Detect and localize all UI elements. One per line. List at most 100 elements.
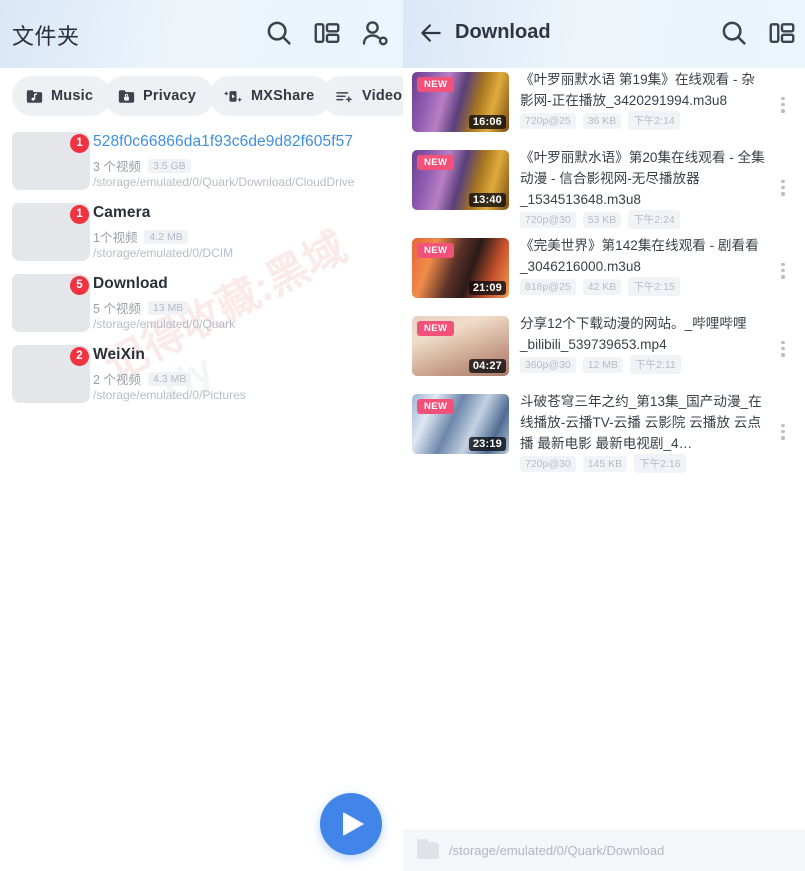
search-icon[interactable] xyxy=(719,18,749,48)
video-more-menu-icon[interactable] xyxy=(775,180,791,196)
grid-view-icon[interactable] xyxy=(312,18,342,48)
play-button[interactable] xyxy=(320,793,382,855)
play-icon xyxy=(343,812,364,836)
video-more-menu-icon[interactable] xyxy=(775,341,791,357)
video-list-item[interactable]: NEW 21:09 《完美世界》第142集在线观看 - 剧看看_3046216000… xyxy=(403,232,805,310)
video-time: 下午2:24 xyxy=(628,210,680,229)
folder-video-count: 3 个视频 xyxy=(93,160,141,174)
folder-meta: 2 个视频 4.3 MB xyxy=(93,369,192,388)
search-icon[interactable] xyxy=(264,18,294,48)
video-meta: 818p@25 42 KB 下午2:15 xyxy=(520,277,680,296)
right-header: Download xyxy=(403,0,805,68)
video-list-item[interactable]: NEW 16:06 《叶罗丽默水语 第19集》在线观看 - 杂影网-正在播放_342… xyxy=(403,66,805,144)
folder-meta: 5 个视频 13 MB xyxy=(93,298,189,317)
video-list-item[interactable]: NEW 04:27 分享12个下载动漫的网站。_哔哩哔哩_bilibili_5397… xyxy=(403,310,805,388)
video-thumbnail[interactable]: NEW 21:09 xyxy=(412,238,509,298)
video-time: 下午2:14 xyxy=(628,111,680,130)
folder-name: Download xyxy=(93,275,168,292)
video-time: 下午2:11 xyxy=(630,355,681,374)
video-size: 36 KB xyxy=(582,112,622,129)
grid-view-icon[interactable] xyxy=(767,18,797,48)
folder-meta: 3 个视频 3.5 GB xyxy=(93,156,191,175)
filter-chip-row: Music Privacy MXShare Video xyxy=(0,76,403,116)
video-resolution: 360p@30 xyxy=(520,356,576,373)
video-meta: 720p@30 145 KB 下午2:16 xyxy=(520,454,686,473)
current-path-bar: /storage/emulated/0/Quark/Download xyxy=(403,829,805,871)
folder-meta: 1个视频 4.2 MB xyxy=(93,227,188,246)
new-badge: NEW xyxy=(417,399,455,414)
new-badge: NEW xyxy=(417,155,455,170)
video-list-item[interactable]: NEW 23:19 斗破苍穹三年之约_第13集_国产动漫_在线播放-云播TV-云播 … xyxy=(403,388,805,476)
folder-count-badge: 5 xyxy=(70,276,89,295)
video-title: 《叶罗丽默水语》第20集在线观看 - 全集动漫 - 信合影视网-无尽播放器_15… xyxy=(520,150,765,207)
chip-music[interactable]: Music xyxy=(12,76,112,116)
video-resolution: 818p@25 xyxy=(520,278,576,295)
folder-list: 1 528f0c66866da1f93c6de9d82f605f57 3 个视频 3.… xyxy=(0,128,403,412)
folder-count-badge: 1 xyxy=(70,205,89,224)
video-resolution: 720p@25 xyxy=(520,112,576,129)
video-title: 斗破苍穹三年之约_第13集_国产动漫_在线播放-云播TV-云播 云影院 云播放 … xyxy=(520,394,762,451)
folders-panel: 文件夹 Music Privacy MXShare Video 记得收藏:黑域 … xyxy=(0,0,403,871)
video-size: 53 KB xyxy=(582,211,622,228)
back-arrow-icon[interactable] xyxy=(418,20,444,46)
folder-video-count: 5 个视频 xyxy=(93,302,141,316)
current-path-text: /storage/emulated/0/Quark/Download xyxy=(449,842,665,858)
folder-title: Download xyxy=(455,21,551,43)
video-duration: 13:40 xyxy=(468,193,506,207)
chip-label: Music xyxy=(51,88,94,104)
video-list: NEW 16:06 《叶罗丽默水语 第19集》在线观看 - 杂影网-正在播放_342… xyxy=(403,66,805,476)
folder-path: /storage/emulated/0/Pictures xyxy=(93,388,246,402)
folder-path: /storage/emulated/0/Quark xyxy=(93,317,236,331)
video-duration: 04:27 xyxy=(468,359,506,373)
chip-video[interactable]: Video xyxy=(321,76,403,116)
video-duration: 21:09 xyxy=(468,281,506,295)
folder-name: Camera xyxy=(93,204,151,221)
folder-size: 13 MB xyxy=(147,300,189,315)
account-icon[interactable] xyxy=(360,18,390,48)
page-title: 文件夹 xyxy=(12,24,80,49)
video-more-menu-icon[interactable] xyxy=(775,424,791,440)
video-more-menu-icon[interactable] xyxy=(775,97,791,113)
new-badge: NEW xyxy=(417,77,455,92)
download-folder-panel: Download NEW 16:06 《叶罗丽默水语 第19集》在线观看 - 杂影网… xyxy=(403,0,805,871)
video-thumbnail[interactable]: NEW 13:40 xyxy=(412,150,509,210)
video-size: 42 KB xyxy=(582,278,622,295)
folder-lock-icon xyxy=(118,89,135,103)
folder-size: 4.3 MB xyxy=(147,371,192,386)
new-badge: NEW xyxy=(417,243,455,258)
folder-row[interactable]: 1 528f0c66866da1f93c6de9d82f605f57 3 个视频 3.… xyxy=(0,128,403,199)
video-title: 《叶罗丽默水语 第19集》在线观看 - 杂影网-正在播放_3420291994.… xyxy=(520,72,755,108)
folder-row[interactable]: 1 Camera 1个视频 4.2 MB/storage/emulated/0/DCI… xyxy=(0,199,403,270)
video-thumbnail[interactable]: NEW 16:06 xyxy=(412,72,509,132)
folder-music-icon xyxy=(26,89,43,103)
chip-label: Privacy xyxy=(143,88,196,104)
folder-count-badge: 2 xyxy=(70,347,89,366)
folder-size: 4.2 MB xyxy=(144,229,188,244)
chip-privacy[interactable]: Privacy xyxy=(104,76,214,116)
folder-row[interactable]: 2 WeiXin 2 个视频 4.3 MB/storage/emulated/0/Pi… xyxy=(0,341,403,412)
video-size: 12 MB xyxy=(582,356,624,373)
new-badge: NEW xyxy=(417,321,455,336)
folder-video-count: 2 个视频 xyxy=(93,373,141,387)
video-meta: 360p@30 12 MB 下午2:11 xyxy=(520,355,681,374)
folder-size: 3.5 GB xyxy=(147,158,191,173)
folder-row[interactable]: 5 Download 5 个视频 13 MB/storage/emulated/0/Q… xyxy=(0,270,403,341)
chip-mxshare[interactable]: MXShare xyxy=(209,76,333,116)
video-thumbnail[interactable]: NEW 23:19 xyxy=(412,394,509,454)
chip-label: MXShare xyxy=(251,88,315,104)
folder-name: 528f0c66866da1f93c6de9d82f605f57 xyxy=(93,133,354,150)
video-title: 《完美世界》第142集在线观看 - 剧看看_3046216000.m3u8 xyxy=(520,238,759,274)
folder-name: WeiXin xyxy=(93,346,145,363)
folder-path: /storage/emulated/0/DCIM xyxy=(93,246,234,260)
video-more-menu-icon[interactable] xyxy=(775,263,791,279)
left-header: 文件夹 xyxy=(0,0,403,68)
video-time: 下午2:16 xyxy=(634,454,686,473)
video-resolution: 720p@30 xyxy=(520,211,576,228)
video-list-item[interactable]: NEW 13:40 《叶罗丽默水语》第20集在线观看 - 全集动漫 - 信合影视网-… xyxy=(403,144,805,232)
video-title: 分享12个下载动漫的网站。_哔哩哔哩_bilibili_539739653.mp… xyxy=(520,316,747,352)
folder-icon xyxy=(417,838,439,859)
video-resolution: 720p@30 xyxy=(520,455,576,472)
share-icon xyxy=(224,90,242,102)
video-thumbnail[interactable]: NEW 04:27 xyxy=(412,316,509,376)
chip-label: Video xyxy=(362,88,403,104)
